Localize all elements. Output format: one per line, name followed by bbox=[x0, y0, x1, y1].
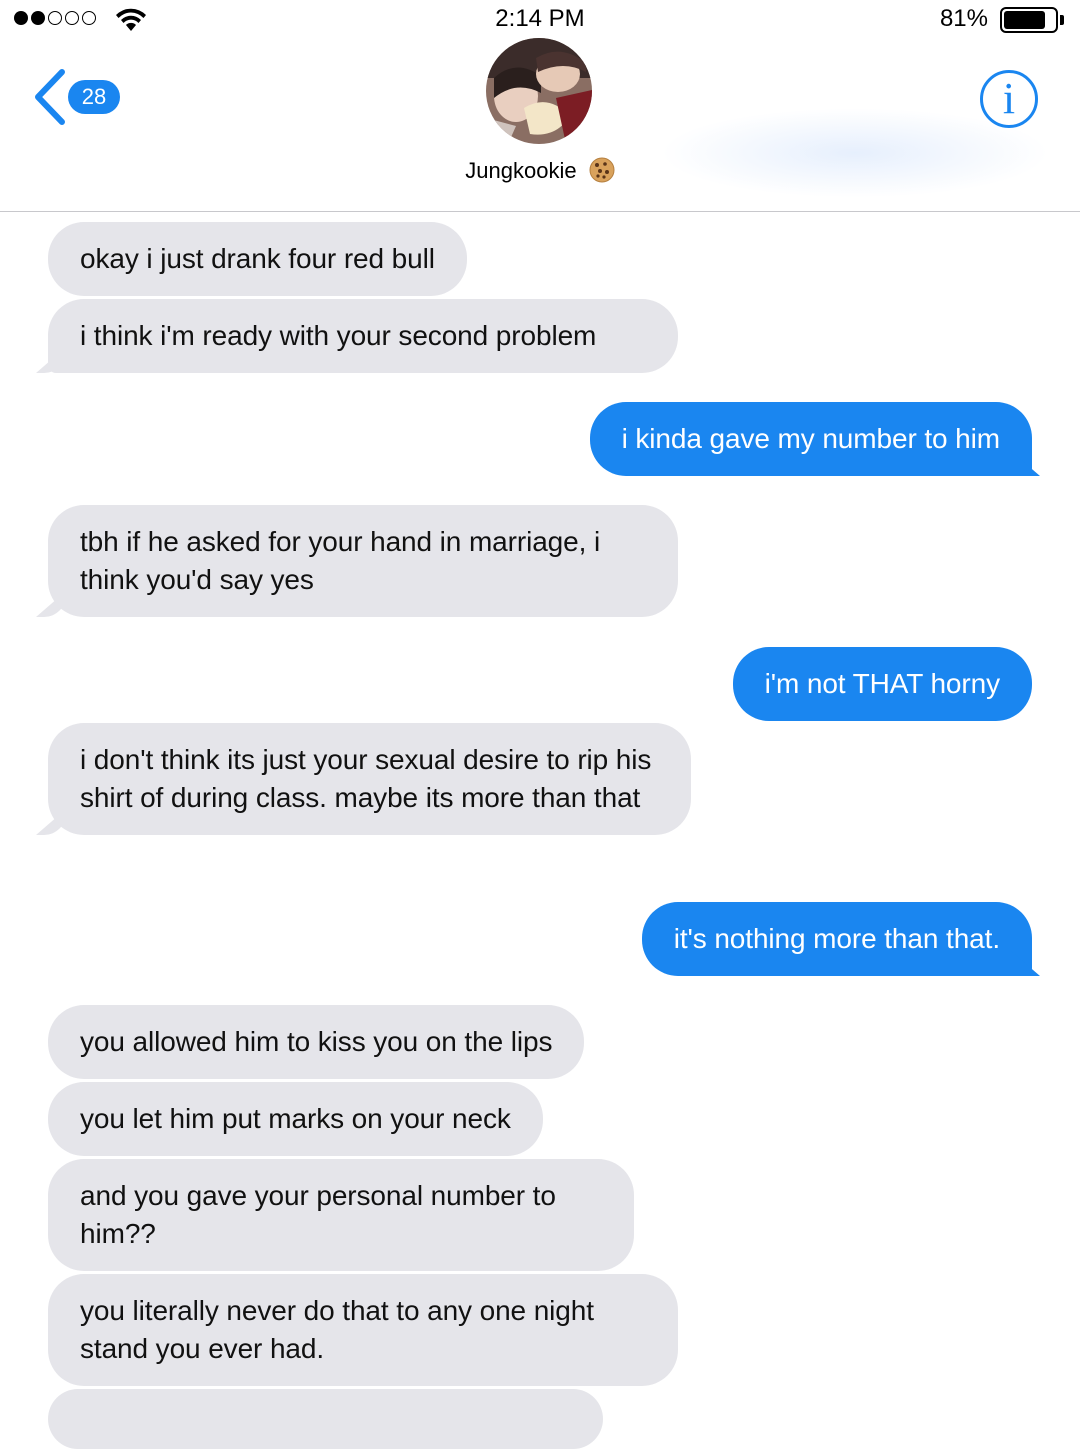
message-bubble-incoming-partial[interactable] bbox=[48, 1389, 603, 1449]
message-thread[interactable]: okay i just drank four red bull i think … bbox=[0, 211, 1080, 1449]
info-icon: i bbox=[1002, 74, 1016, 123]
message-bubble-incoming[interactable]: i don't think its just your sexual desir… bbox=[48, 723, 691, 835]
contact-name[interactable]: Jungkookie bbox=[0, 157, 1080, 184]
message-bubble-outgoing[interactable]: it's nothing more than that. bbox=[641, 902, 1032, 976]
battery-level bbox=[1004, 11, 1045, 29]
message-bubble-incoming[interactable]: tbh if he asked for your hand in marriag… bbox=[48, 505, 678, 617]
status-time: 2:14 PM bbox=[495, 5, 585, 32]
message-bubble-incoming[interactable]: you allowed him to kiss you on the lips bbox=[48, 1005, 585, 1079]
info-button[interactable]: i bbox=[980, 70, 1038, 128]
conversation-header: 28 Jungkookie i bbox=[0, 38, 1080, 212]
cookie-emoji-icon bbox=[589, 157, 615, 183]
message-bubble-incoming[interactable]: and you gave your personal number to him… bbox=[48, 1159, 634, 1271]
battery-percent: 81% bbox=[939, 5, 988, 32]
status-bar: 2:14 PM 81% bbox=[0, 0, 1080, 38]
contact-avatar[interactable] bbox=[486, 38, 592, 144]
chevron-left-icon bbox=[35, 69, 65, 125]
battery-icon bbox=[1000, 7, 1058, 33]
message-bubble-outgoing[interactable]: i'm not THAT horny bbox=[732, 647, 1032, 721]
message-bubble-incoming[interactable]: you literally never do that to any one n… bbox=[48, 1274, 678, 1386]
message-bubble-incoming[interactable]: okay i just drank four red bull bbox=[48, 222, 467, 296]
battery-cap bbox=[1060, 15, 1064, 25]
message-bubble-outgoing[interactable]: i kinda gave my number to him bbox=[589, 402, 1032, 476]
message-bubble-incoming[interactable]: i think i'm ready with your second probl… bbox=[48, 299, 678, 373]
unread-count-badge: 28 bbox=[68, 80, 120, 114]
message-bubble-incoming[interactable]: you let him put marks on your neck bbox=[48, 1082, 543, 1156]
contact-name-text: Jungkookie bbox=[465, 158, 577, 183]
back-button[interactable]: 28 bbox=[32, 68, 120, 126]
